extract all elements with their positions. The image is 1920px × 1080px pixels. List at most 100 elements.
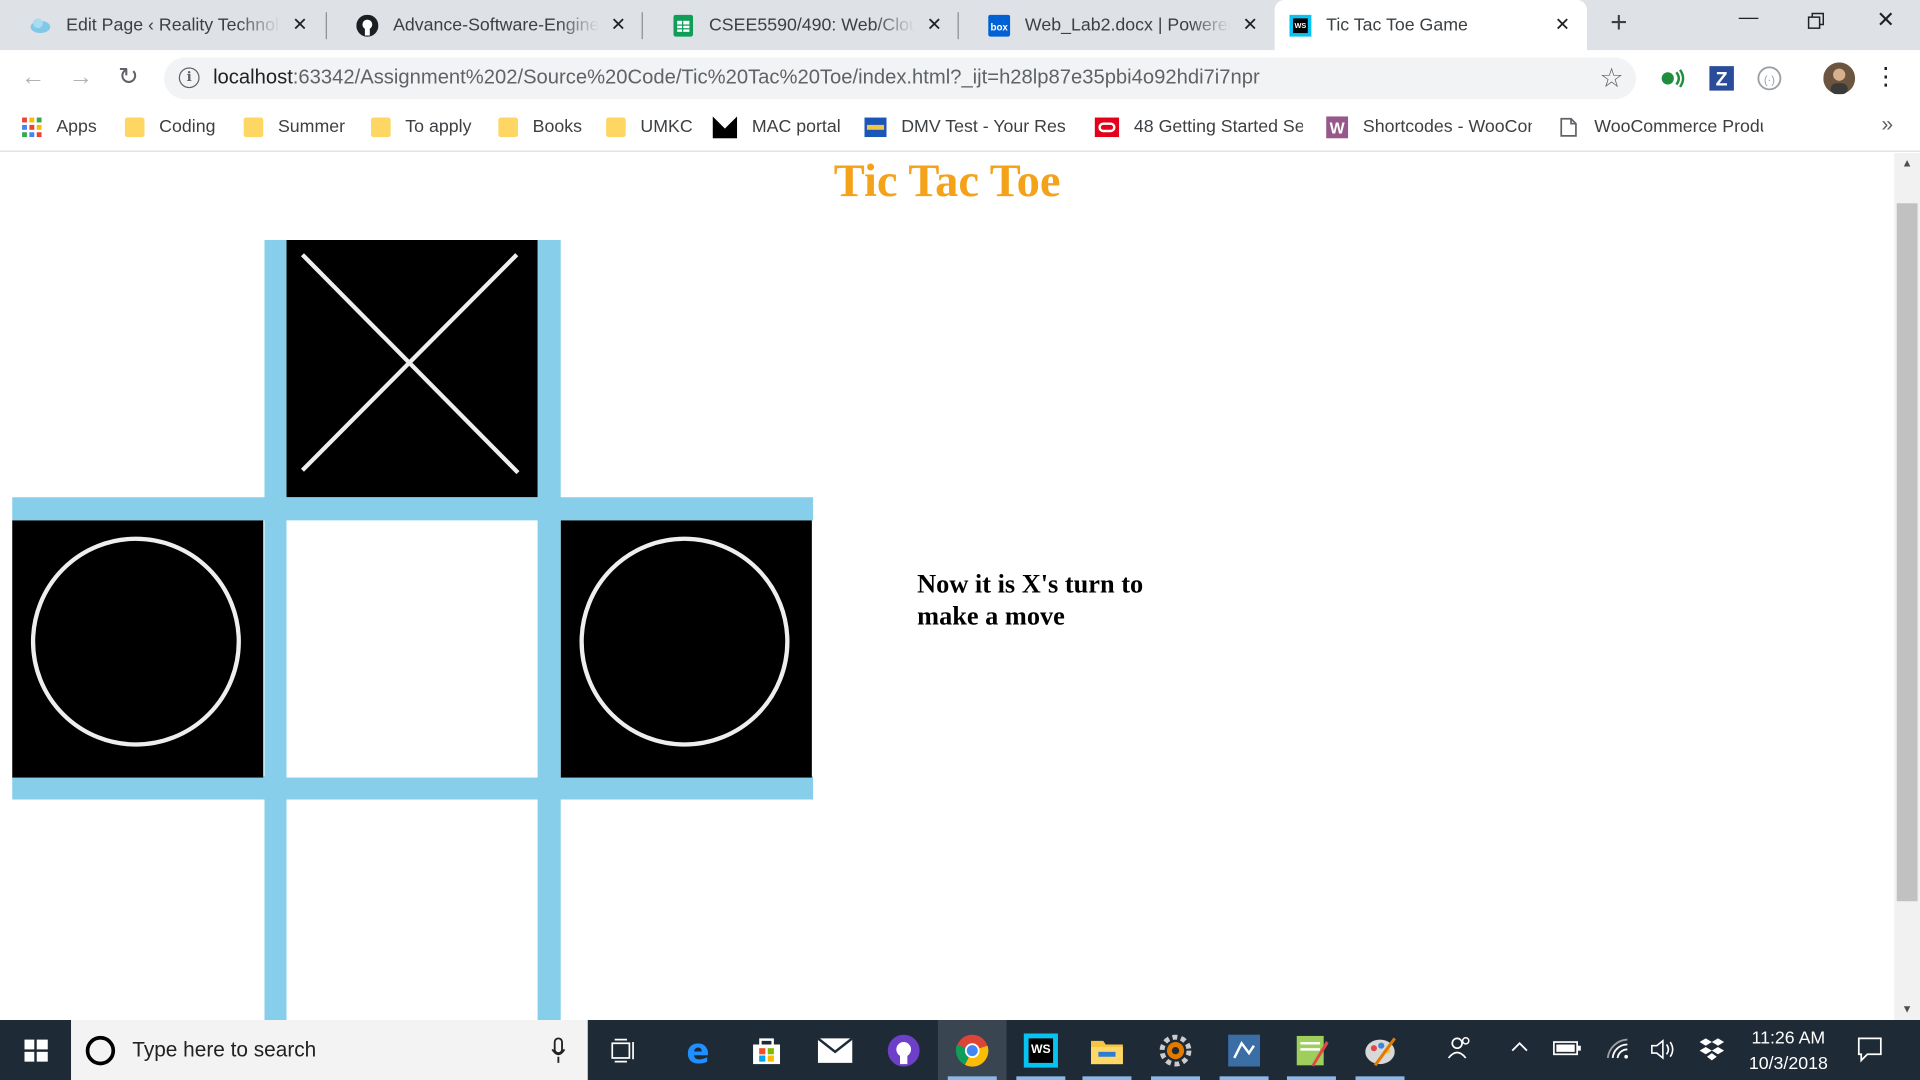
bookmark-label: DMV Test - Your Results bbox=[901, 117, 1066, 138]
page-scrollbar[interactable]: ▲ ▼ bbox=[1894, 153, 1920, 1021]
bookmark-getting-started[interactable]: 48 Getting Started Set bbox=[1094, 115, 1303, 139]
menu-icon[interactable]: ⋮ bbox=[1870, 61, 1902, 93]
tab-csee[interactable]: CSEE5590/490: Web/Cloud/ ✕ bbox=[643, 0, 959, 50]
close-icon[interactable]: ✕ bbox=[290, 15, 310, 35]
board-cell-9[interactable] bbox=[560, 799, 812, 1021]
forward-button[interactable]: → bbox=[65, 61, 97, 93]
system-clock[interactable]: 11:26 AM 10/3/2018 bbox=[1736, 1026, 1840, 1077]
bookmark-umkc[interactable]: UMKC bbox=[606, 115, 693, 139]
close-icon[interactable]: ✕ bbox=[1240, 15, 1260, 35]
board-cell-6[interactable] bbox=[560, 520, 812, 778]
bookmark-to-apply[interactable]: To apply bbox=[371, 115, 471, 139]
action-center-icon[interactable] bbox=[1856, 1036, 1883, 1068]
tab-web-lab2[interactable]: box Web_Lab2.docx | Powered by Box ✕ bbox=[959, 0, 1275, 50]
reload-button[interactable]: ↻ bbox=[113, 61, 145, 93]
info-icon[interactable]: i bbox=[178, 67, 200, 89]
taskbar-search-box[interactable]: Type here to search bbox=[71, 1020, 588, 1080]
windows-logo-icon bbox=[24, 1039, 48, 1062]
scrollbar-thumb[interactable] bbox=[1896, 203, 1918, 902]
tab-strip: Edit Page ‹ Reality Technologies ✕ Advan… bbox=[0, 0, 1920, 51]
board-cell-1[interactable] bbox=[12, 240, 264, 498]
page-title: Tic Tac Toe bbox=[833, 155, 1061, 207]
task-view-icon[interactable] bbox=[590, 1020, 659, 1080]
active-indicator bbox=[1016, 1076, 1066, 1080]
windows-taskbar: Type here to search e WS 11:26 AM 10/3/2… bbox=[0, 1020, 1920, 1080]
settings-icon[interactable] bbox=[1141, 1020, 1210, 1080]
mail-icon[interactable] bbox=[801, 1020, 870, 1080]
restore-icon[interactable] bbox=[1791, 7, 1840, 36]
notepad-icon[interactable] bbox=[1277, 1020, 1346, 1080]
paint-icon[interactable] bbox=[1346, 1020, 1415, 1080]
window-close-icon[interactable]: ✕ bbox=[1861, 7, 1910, 36]
battery-icon[interactable] bbox=[1553, 1040, 1582, 1062]
bookmarks-overflow-button[interactable]: » bbox=[1881, 113, 1893, 137]
webstorm-taskbar-icon[interactable]: WS bbox=[1007, 1020, 1076, 1080]
avatar[interactable] bbox=[1823, 62, 1856, 95]
bookmark-books[interactable]: Books bbox=[498, 115, 582, 139]
bookmark-coding[interactable]: Coding bbox=[124, 115, 215, 139]
wifi-icon[interactable] bbox=[1605, 1037, 1629, 1064]
board-cell-8[interactable] bbox=[286, 799, 538, 1021]
vscode-icon[interactable] bbox=[1210, 1020, 1279, 1080]
scroll-down-icon[interactable]: ▼ bbox=[1894, 999, 1920, 1020]
close-icon[interactable]: ✕ bbox=[924, 15, 944, 35]
close-icon[interactable]: ✕ bbox=[1553, 15, 1573, 35]
clock-date: 10/3/2018 bbox=[1748, 1054, 1828, 1074]
board-cell-4[interactable] bbox=[12, 520, 264, 778]
woo-icon: W bbox=[1326, 116, 1349, 139]
scroll-up-icon[interactable]: ▲ bbox=[1894, 153, 1920, 174]
zotero-icon[interactable]: Z bbox=[1708, 65, 1735, 92]
start-button[interactable] bbox=[0, 1020, 71, 1080]
github-desktop-icon[interactable] bbox=[869, 1020, 938, 1080]
dropbox-icon[interactable] bbox=[1698, 1037, 1725, 1066]
bookmark-apps[interactable]: Apps bbox=[22, 115, 97, 139]
tab-tic-tac-toe[interactable]: WS Tic Tac Toe Game ✕ bbox=[1274, 0, 1587, 51]
svg-text:box: box bbox=[990, 22, 1008, 33]
bookmark-woocommerce-product[interactable]: WooCommerce Product bbox=[1560, 115, 1763, 139]
browser-toolbar: ← → ↻ i localhost:63342/Assignment%202/S… bbox=[0, 50, 1920, 106]
microphone-icon[interactable] bbox=[551, 1037, 566, 1064]
cloud-icon bbox=[29, 14, 51, 36]
bookmark-mac-portal[interactable]: MAC portal bbox=[712, 115, 841, 139]
chevron-up-icon[interactable] bbox=[1510, 1037, 1530, 1061]
extension-icon[interactable]: (·) bbox=[1756, 65, 1783, 92]
board-cell-2[interactable] bbox=[286, 240, 538, 498]
x-mark-icon bbox=[300, 253, 520, 475]
bookmark-label: 48 Getting Started Set bbox=[1133, 117, 1303, 138]
url-host: localhost bbox=[213, 66, 293, 89]
bookmark-shortcodes[interactable]: W Shortcodes - WooCommerce bbox=[1326, 115, 1532, 139]
chrome-icon[interactable] bbox=[937, 1020, 1007, 1080]
url-text[interactable]: localhost:63342/Assignment%202/Source%20… bbox=[213, 66, 1260, 89]
screen: Edit Page ‹ Reality Technologies ✕ Advan… bbox=[0, 0, 1920, 1080]
minimize-icon[interactable]: — bbox=[1724, 7, 1773, 36]
bookmark-label: To apply bbox=[405, 117, 472, 138]
tab-title: Tic Tac Toe Game bbox=[1326, 15, 1468, 35]
cortana-icon bbox=[85, 1035, 116, 1066]
tab-edit-page[interactable]: Edit Page ‹ Reality Technologies ✕ bbox=[0, 0, 324, 50]
back-button[interactable]: ← bbox=[17, 61, 49, 93]
oracle-icon bbox=[1094, 117, 1120, 138]
o-mark-icon bbox=[579, 536, 790, 747]
file-explorer-icon[interactable] bbox=[1073, 1020, 1142, 1080]
sound-extension-icon[interactable] bbox=[1659, 65, 1686, 92]
board-cell-3[interactable] bbox=[560, 240, 812, 498]
board-cell-7[interactable] bbox=[12, 799, 264, 1021]
active-indicator bbox=[1286, 1076, 1336, 1080]
address-bar[interactable]: i localhost:63342/Assignment%202/Source%… bbox=[164, 57, 1636, 100]
bookmark-summer[interactable]: Summer bbox=[243, 115, 346, 139]
bookmark-label: UMKC bbox=[640, 117, 693, 138]
board-cell-5[interactable] bbox=[286, 520, 538, 778]
search-placeholder: Type here to search bbox=[132, 1038, 317, 1062]
new-tab-button[interactable]: + bbox=[1605, 8, 1632, 39]
bookmark-label: Summer bbox=[277, 117, 346, 138]
close-icon[interactable]: ✕ bbox=[609, 15, 629, 35]
edge-icon[interactable]: e bbox=[664, 1020, 733, 1080]
volume-icon[interactable] bbox=[1649, 1037, 1676, 1066]
bookmark-dmv-test[interactable]: DMV Test - Your Results bbox=[864, 115, 1067, 139]
store-icon[interactable] bbox=[732, 1020, 801, 1080]
folder-icon bbox=[371, 117, 391, 138]
people-icon[interactable] bbox=[1447, 1035, 1471, 1064]
tab-github[interactable]: Advance-Software-Engineering ✕ bbox=[327, 0, 643, 50]
star-icon[interactable]: ☆ bbox=[1600, 62, 1624, 94]
clock-time: 11:26 AM bbox=[1751, 1028, 1826, 1049]
